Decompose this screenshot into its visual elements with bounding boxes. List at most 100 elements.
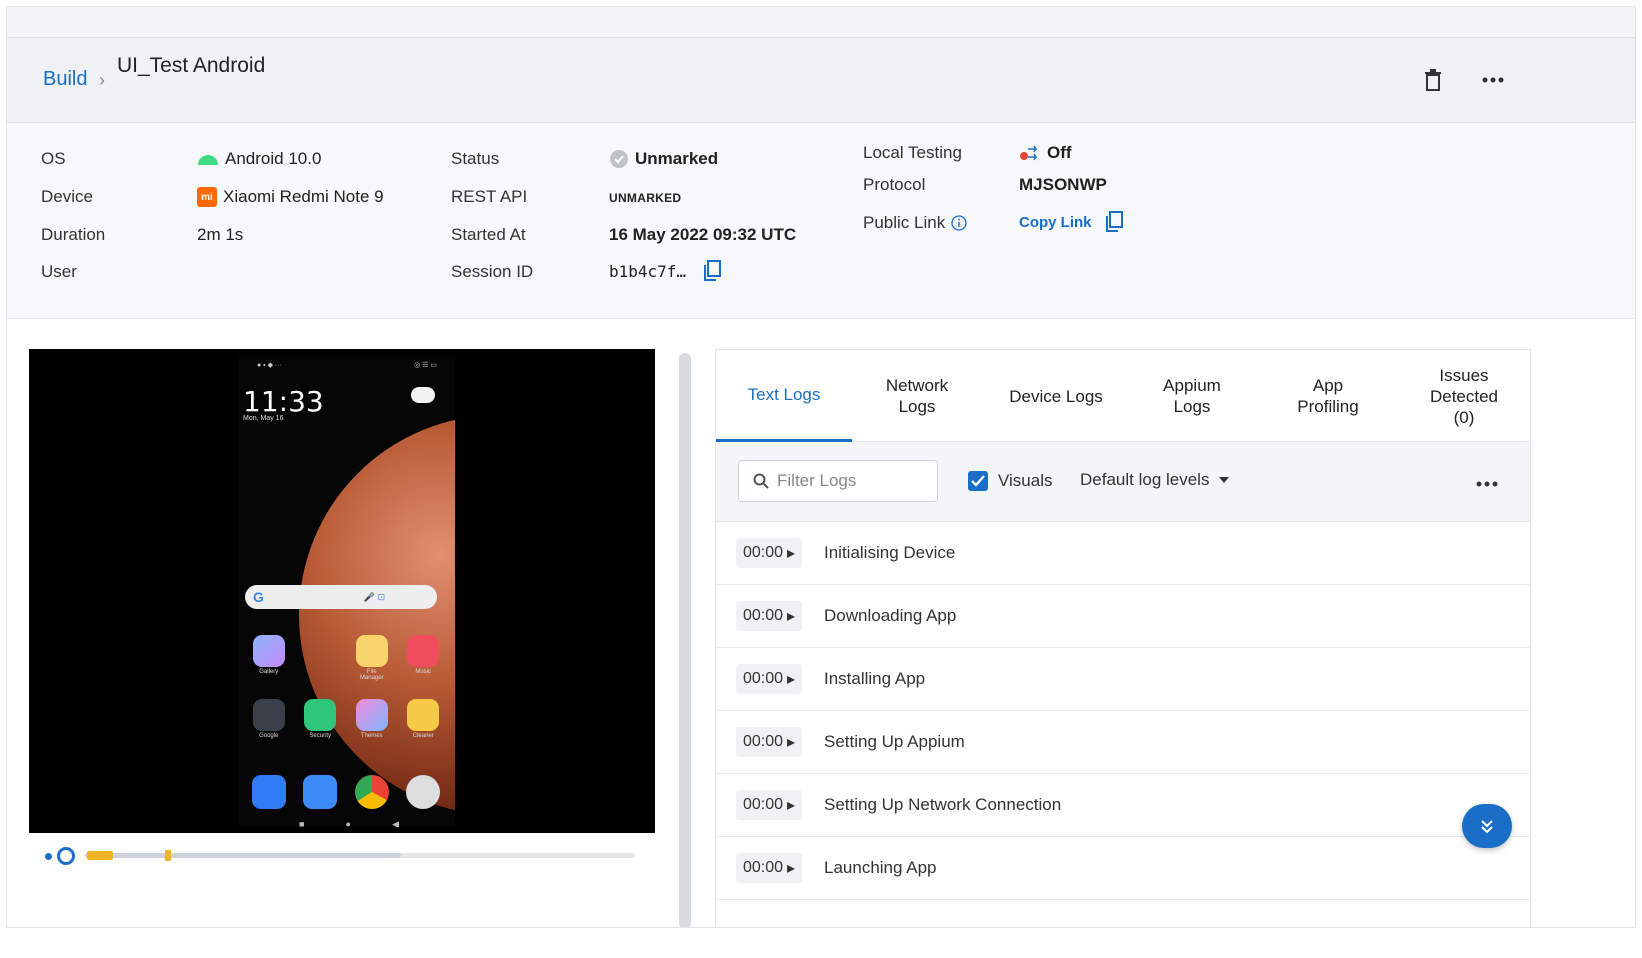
google-search-bar: G 🎤 ⊡	[245, 585, 437, 609]
seek-buffer	[85, 853, 401, 858]
app-cleaner: Cleaner	[406, 699, 440, 739]
duration-value: 2m 1s	[197, 225, 244, 244]
play-icon: ▸	[787, 797, 796, 814]
log-message: Setting Up Appium	[824, 732, 965, 751]
app-grid: Gallery File Manager Music Google Securi…	[243, 635, 449, 757]
chevron-right-icon: ›	[99, 70, 105, 90]
log-row: 00:00 ▸ Setting Up Appium	[716, 711, 1530, 774]
copy-link-text[interactable]: Copy Link	[1019, 214, 1092, 231]
trash-icon[interactable]	[1419, 66, 1447, 94]
tab-appium-logs[interactable]: Appium Logs	[1124, 350, 1260, 442]
panel-scrollbar[interactable]	[679, 353, 691, 927]
local-testing-text: Off	[1047, 143, 1072, 162]
tab-device-logs[interactable]: Device Logs	[988, 350, 1124, 442]
log-tabs: Text Logs Network Logs Device Logs Appiu…	[716, 350, 1530, 442]
visuals-checkbox[interactable]	[968, 471, 988, 491]
logs-panel: Text Logs Network Logs Device Logs Appiu…	[715, 349, 1531, 927]
log-timestamp[interactable]: 00:00 ▸	[736, 790, 802, 820]
shuffle-icon	[1020, 145, 1038, 161]
device-screen: ● ▪ ◆ ··· ◎ ☰ ▭ 11:33 Mon, May 16 G 🎤 ⊡ Ga…	[239, 355, 455, 827]
log-timestamp[interactable]: 00:00 ▸	[736, 538, 802, 568]
session-panel: Build › UI_Test Android OS Android 10.0 …	[6, 6, 1636, 928]
phone-clock: 11:33	[243, 385, 324, 418]
session-id-text: b1b4c7f…	[609, 261, 687, 281]
protocol-value: MJSONWP	[1019, 175, 1107, 194]
os-value-text: Android 10.0	[225, 149, 322, 168]
log-row: 00:00 ▸ Installing App	[716, 648, 1530, 711]
page-title: UI_Test Android	[117, 54, 266, 77]
play-icon: ▸	[787, 545, 796, 562]
app-themes: Themes	[355, 699, 389, 739]
status-value-text: Unmarked	[635, 149, 719, 168]
filter-logs-input[interactable]: Filter Logs	[738, 460, 938, 502]
seek-marker[interactable]	[165, 850, 171, 861]
breadcrumb-build[interactable]: Build	[43, 68, 87, 91]
search-icon	[753, 473, 769, 489]
messages-icon	[303, 775, 338, 809]
log-timestamp[interactable]: 00:00 ▸	[736, 664, 802, 694]
scroll-to-bottom-button[interactable]	[1462, 804, 1512, 848]
seek-knob[interactable]	[57, 847, 75, 865]
visuals-label[interactable]: Visuals	[998, 471, 1053, 491]
log-timestamp[interactable]: 00:00 ▸	[736, 727, 802, 757]
play-icon: ▸	[787, 734, 796, 751]
play-icon: ▸	[787, 860, 796, 877]
page-header: Build › UI_Test Android	[7, 37, 1635, 123]
log-message: Setting Up Network Connection	[824, 795, 1062, 814]
tab-text-logs[interactable]: Text Logs	[716, 350, 852, 442]
log-message: Launching App	[824, 858, 937, 877]
play-icon: ▸	[787, 608, 796, 625]
public-link-label-text: Public Link	[863, 213, 946, 232]
phone-nav-bar: ■ ● ◀	[299, 819, 399, 827]
video-controls	[29, 833, 655, 927]
session-id-value: b1b4c7f…	[609, 260, 722, 282]
log-row: 00:00 ▸ Initialising Device	[716, 522, 1530, 585]
app-music: Music	[406, 635, 440, 681]
device-value: mi Xiaomi Redmi Note 9	[197, 187, 384, 207]
device-value-text: Xiaomi Redmi Note 9	[223, 187, 384, 206]
status-label: Status	[451, 149, 500, 168]
tab-issues-detected[interactable]: Issues Detected (0)	[1396, 350, 1530, 442]
android-icon	[198, 155, 218, 165]
log-timestamp[interactable]: 00:00 ▸	[736, 601, 802, 631]
app-google: Google	[252, 699, 286, 739]
more-horizontal-icon[interactable]	[1476, 470, 1498, 493]
log-timestamp[interactable]: 00:00 ▸	[736, 853, 802, 883]
log-levels-dropdown[interactable]: Default log levels	[1080, 470, 1230, 490]
copy-icon[interactable]	[702, 260, 722, 282]
log-message: Installing App	[824, 669, 926, 688]
app-file-manager: File Manager	[355, 635, 389, 681]
checkmark-icon	[971, 475, 985, 487]
log-levels-label: Default log levels	[1080, 470, 1210, 489]
check-circle-icon	[610, 150, 628, 168]
seek-start-dot	[45, 853, 52, 860]
google-icon: G	[253, 589, 264, 605]
protocol-label: Protocol	[863, 175, 926, 194]
copy-link[interactable]: Copy Link	[1019, 211, 1124, 233]
camera-icon	[406, 775, 441, 809]
video-player[interactable]: ● ▪ ◆ ··· ◎ ☰ ▭ 11:33 Mon, May 16 G 🎤 ⊡ Ga…	[29, 349, 655, 833]
caret-down-icon	[1219, 477, 1230, 483]
started-value: 16 May 2022 09:32 UTC	[609, 225, 797, 244]
public-link-label: Public Link	[863, 213, 967, 233]
log-row: 00:00 ▸ Downloading App	[716, 585, 1530, 648]
app-security: Security	[303, 699, 337, 739]
xiaomi-icon: mi	[197, 187, 217, 207]
more-horizontal-icon[interactable]	[1479, 66, 1507, 94]
tab-app-profiling[interactable]: App Profiling	[1260, 350, 1396, 442]
device-label: Device	[41, 187, 93, 206]
os-label: OS	[41, 149, 66, 168]
local-testing-label: Local Testing	[863, 143, 962, 162]
tab-network-logs[interactable]: Network Logs	[852, 350, 982, 442]
session-id-label: Session ID	[451, 262, 534, 281]
session-info: OS Android 10.0 Device mi Xiaomi Redmi N…	[7, 123, 1635, 319]
copy-icon[interactable]	[1104, 211, 1124, 233]
user-label: User	[41, 262, 77, 281]
app-dock	[243, 775, 449, 809]
double-chevron-down-icon	[1481, 820, 1493, 834]
local-testing-value: Off	[1019, 143, 1072, 163]
weather-icon	[411, 387, 435, 403]
os-value: Android 10.0	[197, 149, 321, 169]
main-content: ● ▪ ◆ ··· ◎ ☰ ▭ 11:33 Mon, May 16 G 🎤 ⊡ Ga…	[7, 319, 1635, 927]
info-icon[interactable]	[951, 215, 967, 231]
